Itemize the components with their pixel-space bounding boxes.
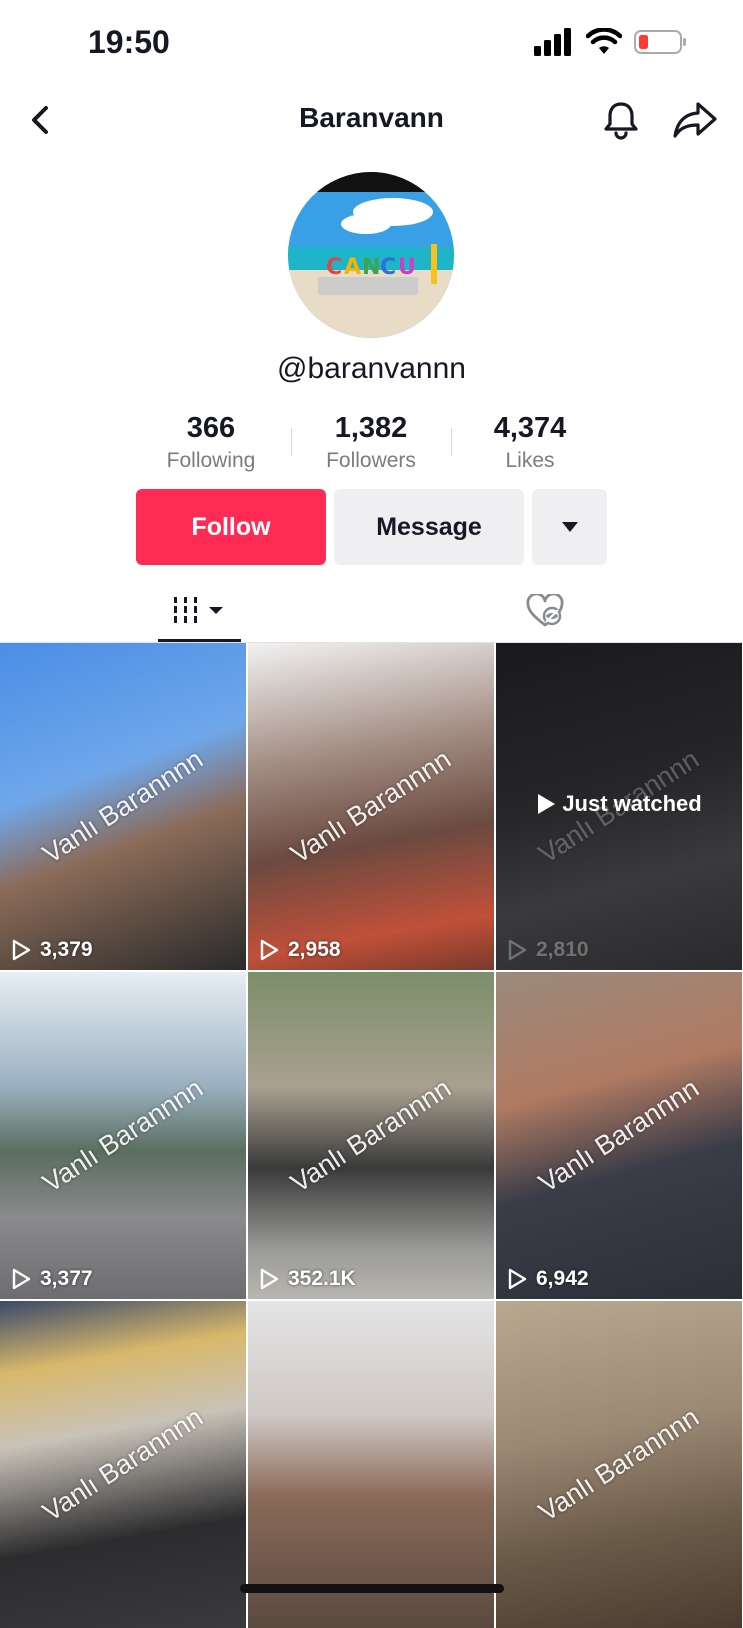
stat-likes-label: Likes: [505, 449, 555, 472]
play-outline-icon: [12, 939, 31, 961]
view-count: 352.1K: [258, 1267, 356, 1291]
video-watermark: Vanlı Barannnn: [37, 1401, 209, 1527]
video-tile[interactable]: Vanlı Barannnn 2,958: [248, 643, 494, 970]
status-bar: 19:50: [0, 0, 743, 90]
view-count: 6,942: [506, 1267, 589, 1291]
clock: 19:50: [88, 24, 170, 60]
tab-videos[interactable]: [158, 580, 241, 642]
just-watched-badge: Just watched: [496, 791, 742, 817]
view-count: 2,810: [506, 938, 589, 962]
view-count-text: 2,958: [288, 938, 341, 961]
video-watermark: Vanlı Barannnn: [37, 1072, 209, 1198]
view-count: 3,377: [10, 1267, 93, 1291]
stat-following-label: Following: [166, 449, 256, 472]
hidden-heart-icon: [526, 594, 564, 627]
stat-likes: 4,374 Likes: [455, 410, 605, 476]
wifi-icon: [586, 28, 622, 54]
stat-followers-value: 1,382: [334, 412, 408, 444]
stat-likes-value: 4,374: [493, 412, 567, 444]
share-icon[interactable]: [671, 98, 719, 142]
video-tile[interactable]: Vanlı Barannnn 3,377: [0, 972, 246, 1299]
tab-liked-private[interactable]: [500, 580, 590, 642]
video-tile[interactable]: Vanlı Barannnn: [496, 1301, 742, 1628]
stat-followers-label: Followers: [326, 449, 416, 472]
play-outline-icon: [12, 1268, 31, 1290]
top-nav: Baranvann: [0, 90, 743, 150]
video-tile[interactable]: Vanlı Barannnn 352.1K: [248, 972, 494, 1299]
view-count: 3,379: [10, 938, 93, 962]
videos-grid-icon: [173, 596, 223, 623]
video-tile[interactable]: [248, 1301, 494, 1628]
view-count-text: 3,377: [40, 1267, 93, 1290]
message-button[interactable]: Message: [334, 489, 524, 565]
username-handle: @baranvannn: [277, 352, 466, 385]
signal-icon: [534, 28, 571, 56]
system-icons: [534, 28, 688, 56]
stat-following[interactable]: 366 Following: [136, 410, 286, 476]
svg-text:A: A: [344, 255, 361, 280]
battery-icon: [634, 30, 686, 54]
svg-text:C: C: [380, 255, 396, 280]
avatar[interactable]: C A N C U: [288, 172, 454, 338]
play-outline-icon: [260, 1268, 279, 1290]
view-count-text: 2,810: [536, 938, 589, 961]
svg-text:N: N: [362, 255, 380, 280]
svg-text:U: U: [398, 255, 416, 280]
content-tabs: [0, 580, 743, 643]
video-watermark: Vanlı Barannnn: [285, 1072, 457, 1198]
view-count-text: 6,942: [536, 1267, 589, 1290]
video-tile[interactable]: Vanlı Barannnn Just watched 2,810: [496, 643, 742, 970]
view-count-text: 3,379: [40, 938, 93, 961]
follow-button[interactable]: Follow: [136, 489, 326, 565]
profile-stats: 366 Following 1,382 Followers 4,374 Like…: [0, 410, 743, 480]
video-tile[interactable]: Vanlı Barannnn: [0, 1301, 246, 1628]
just-watched-label: Just watched: [562, 791, 702, 816]
video-watermark: Vanlı Barannnn: [37, 743, 209, 869]
view-count-text: 352.1K: [288, 1267, 356, 1290]
play-outline-icon: [508, 939, 527, 961]
stat-following-value: 366: [186, 412, 236, 444]
video-tile[interactable]: Vanlı Barannnn 6,942: [496, 972, 742, 1299]
video-watermark: Vanlı Barannnn: [533, 1072, 705, 1198]
video-watermark: Vanlı Barannnn: [285, 743, 457, 869]
bell-icon[interactable]: [599, 98, 643, 142]
more-options-button[interactable]: [532, 489, 607, 565]
play-outline-icon: [260, 939, 279, 961]
play-filled-icon: [538, 794, 556, 814]
video-tile[interactable]: Vanlı Barannnn 3,379: [0, 643, 246, 970]
video-watermark: Vanlı Barannnn: [533, 1401, 705, 1527]
svg-text:C: C: [326, 255, 342, 280]
stat-divider: [451, 428, 452, 456]
avatar-image: C A N C U: [288, 172, 454, 338]
caret-down-icon: [561, 522, 578, 532]
view-count: 2,958: [258, 938, 341, 962]
stat-divider: [291, 428, 292, 456]
home-indicator[interactable]: [240, 1584, 504, 1593]
play-outline-icon: [508, 1268, 527, 1290]
stat-followers[interactable]: 1,382 Followers: [296, 410, 446, 476]
